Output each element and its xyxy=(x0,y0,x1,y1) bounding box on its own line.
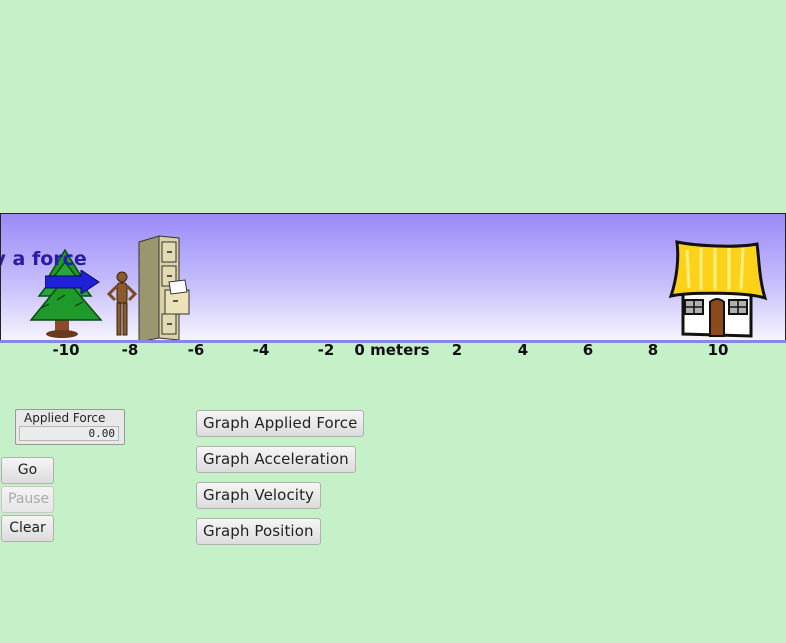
axis-tick: -8 xyxy=(121,341,139,359)
graph-position-button[interactable]: Graph Position xyxy=(196,518,321,545)
axis-tick: 10 xyxy=(707,341,729,359)
filing-cabinet-icon xyxy=(138,235,190,340)
go-button[interactable]: Go xyxy=(1,457,54,484)
house-icon xyxy=(668,240,768,338)
instruction-text: ly a force xyxy=(1,248,87,270)
graph-velocity-button[interactable]: Graph Velocity xyxy=(196,482,322,509)
clear-button[interactable]: Clear xyxy=(1,515,54,542)
axis-tick: 2 xyxy=(451,341,463,359)
position-axis: -10 -8 -6 -4 -2 0 meters 2 4 6 8 10 xyxy=(0,340,786,364)
axis-tick: -2 xyxy=(317,341,335,359)
applied-force-panel: Applied Force 0.00 xyxy=(15,409,125,445)
applied-force-field[interactable]: 0.00 xyxy=(19,426,119,441)
graph-applied-force-button[interactable]: Graph Applied Force xyxy=(196,410,365,437)
axis-tick: -4 xyxy=(252,341,270,359)
axis-tick: 8 xyxy=(647,341,659,359)
graph-acceleration-button[interactable]: Graph Acceleration xyxy=(196,446,356,473)
axis-tick: -10 xyxy=(52,341,80,359)
applied-force-value: 0.00 xyxy=(88,427,116,440)
axis-tick: -6 xyxy=(187,341,205,359)
axis-tick: 6 xyxy=(582,341,594,359)
applied-force-label: Applied Force xyxy=(23,411,107,425)
applied-force-arrow-icon xyxy=(45,270,100,294)
axis-tick: 4 xyxy=(517,341,529,359)
axis-unit-label: 0 meters xyxy=(354,341,430,359)
pause-button[interactable]: Pause xyxy=(1,486,54,513)
simulation-scene[interactable]: ly a force xyxy=(0,213,786,341)
